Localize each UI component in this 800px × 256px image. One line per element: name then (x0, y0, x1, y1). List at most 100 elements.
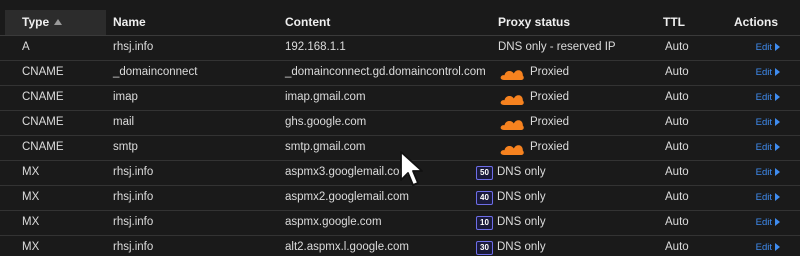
edit-button[interactable]: Edit (756, 111, 780, 134)
edit-button[interactable]: Edit (756, 61, 780, 84)
edit-label: Edit (755, 42, 772, 53)
proxy-status: DNS only - reserved IP (476, 36, 646, 59)
table-row: MX rhsj.info alt2.aspmx.l.google.com 30 DNS … (0, 236, 800, 256)
caret-right-icon (775, 43, 780, 51)
proxy-status-text: Proxied (530, 141, 569, 153)
dns-records-panel: Type Name Content Proxy status TTL Actio… (0, 0, 800, 256)
proxy-status-text: DNS only (497, 191, 546, 203)
priority-badge: 50 (476, 166, 493, 180)
proxy-status: 40 DNS only (476, 186, 646, 209)
record-type: CNAME (22, 116, 64, 128)
table-row: MX rhsj.info aspmx2.googlemail.com 40 DNS on… (0, 186, 800, 211)
record-type: MX (22, 241, 40, 253)
proxy-status: Proxied (476, 61, 646, 84)
record-content: 192.168.1.1 (285, 41, 346, 53)
priority-badge: 40 (476, 191, 493, 205)
record-content: imap.gmail.com (285, 91, 366, 103)
orange-cloud-icon (500, 142, 524, 156)
record-type: MX (22, 166, 40, 178)
proxy-status: 10 DNS only (476, 211, 646, 234)
proxy-status-text: DNS only (497, 241, 546, 253)
proxy-status: Proxied (476, 86, 646, 109)
priority-badge: 10 (476, 216, 493, 230)
proxy-status-text: Proxied (530, 91, 569, 103)
caret-right-icon (775, 143, 780, 151)
record-type: A (22, 41, 30, 53)
record-ttl: Auto (665, 66, 689, 78)
edit-label: Edit (755, 192, 772, 203)
record-content: aspmx2.googlemail.com (285, 191, 410, 203)
table-row: CNAME _domainconnect _domainconnect.gd.dom… (0, 61, 800, 86)
record-name: rhsj.info (113, 166, 154, 178)
record-type: MX (22, 216, 40, 228)
record-type: CNAME (22, 66, 64, 78)
column-header-name[interactable]: Name (113, 10, 146, 35)
sort-ascending-icon (54, 19, 63, 25)
record-ttl: Auto (665, 141, 689, 153)
edit-button[interactable]: Edit (756, 36, 780, 59)
record-type: CNAME (22, 141, 64, 153)
proxy-status-text: DNS only (497, 166, 546, 178)
orange-cloud-icon (500, 92, 524, 106)
record-name: rhsj.info (113, 41, 154, 53)
orange-cloud-icon (500, 117, 524, 131)
record-ttl: Auto (665, 241, 689, 253)
table-row: Arhsj.info 192.168.1.1 DNS only - reserved… (0, 36, 800, 61)
record-ttl: Auto (665, 191, 689, 203)
record-content: alt2.aspmx.l.google.com (285, 241, 410, 253)
column-header-ttl[interactable]: TTL (663, 10, 685, 35)
caret-right-icon (775, 168, 780, 176)
record-ttl: Auto (665, 41, 689, 53)
column-header-type-label: Type (22, 15, 50, 29)
mouse-pointer-icon (400, 151, 423, 186)
caret-right-icon (775, 93, 780, 101)
proxy-status: Proxied (476, 111, 646, 134)
edit-label: Edit (755, 142, 772, 153)
edit-label: Edit (755, 242, 772, 253)
edit-button[interactable]: Edit (756, 86, 780, 109)
edit-button[interactable]: Edit (756, 236, 780, 256)
record-name: _domainconnect (113, 66, 198, 78)
record-ttl: Auto (665, 166, 689, 178)
record-content: aspmx.google.com (285, 216, 382, 228)
proxy-status-text: DNS only - reserved IP (498, 41, 616, 53)
column-header-content[interactable]: Content (285, 10, 330, 35)
caret-right-icon (775, 218, 780, 226)
edit-button[interactable]: Edit (756, 136, 780, 159)
table-row: MX rhsj.info aspmx.google.com 10 DNS only Aut… (0, 211, 800, 236)
table-header: Type Name Content Proxy status TTL Actio… (0, 0, 800, 36)
caret-right-icon (775, 68, 780, 76)
proxy-status-text: Proxied (530, 66, 569, 78)
proxy-status: 30 DNS only (476, 236, 646, 256)
edit-button[interactable]: Edit (756, 211, 780, 234)
column-header-proxy-status[interactable]: Proxy status (498, 10, 570, 35)
record-content: aspmx3.googlemail.com (285, 166, 410, 178)
column-header-actions: Actions (734, 15, 779, 29)
proxy-status: Proxied (476, 136, 646, 159)
record-name: rhsj.info (113, 216, 154, 228)
record-ttl: Auto (665, 91, 689, 103)
column-header-type[interactable]: Type (5, 10, 106, 35)
record-content: _domainconnect.gd.domaincontrol.com (285, 66, 486, 78)
caret-right-icon (775, 118, 780, 126)
table-body: Arhsj.info 192.168.1.1 DNS only - reserved… (0, 36, 800, 256)
record-ttl: Auto (665, 216, 689, 228)
priority-badge: 30 (476, 241, 493, 255)
record-content: ghs.google.com (285, 116, 367, 128)
caret-right-icon (775, 193, 780, 201)
record-name: rhsj.info (113, 191, 154, 203)
proxy-status: 50 DNS only (476, 161, 646, 184)
edit-label: Edit (755, 167, 772, 178)
record-name: rhsj.info (113, 241, 154, 253)
table-row: CNAME mail ghs.google.com Proxied Auto Edit (0, 111, 800, 136)
edit-button[interactable]: Edit (756, 161, 780, 184)
edit-button[interactable]: Edit (756, 186, 780, 209)
record-ttl: Auto (665, 116, 689, 128)
edit-label: Edit (755, 92, 772, 103)
edit-label: Edit (755, 217, 772, 228)
record-name: imap (113, 91, 138, 103)
record-name: smtp (113, 141, 138, 153)
record-content: smtp.gmail.com (285, 141, 366, 153)
orange-cloud-icon (500, 67, 524, 81)
proxy-status-text: Proxied (530, 116, 569, 128)
